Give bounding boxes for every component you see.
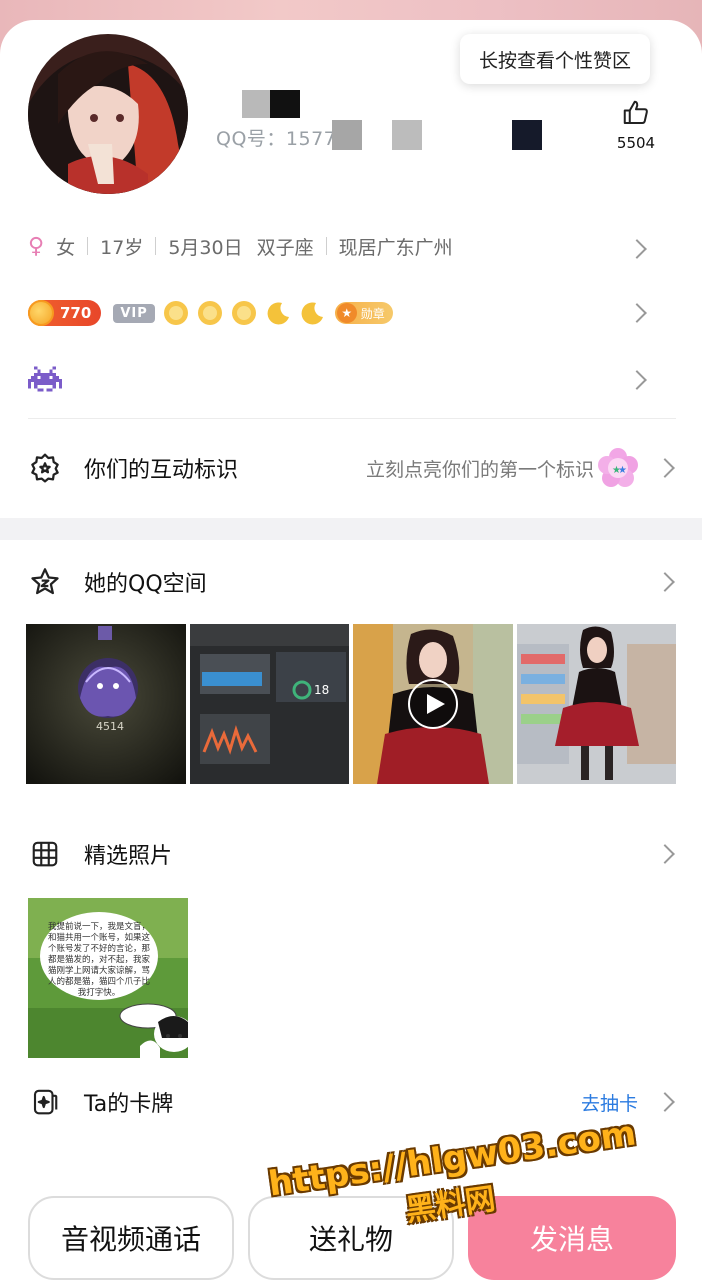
chevron-right-icon: [627, 303, 647, 323]
location-text: 现居广东广州: [338, 236, 453, 259]
cards-row[interactable]: Ta的卡牌 去抽卡: [28, 1082, 678, 1122]
qzone-thumb-game[interactable]: 4514: [26, 624, 186, 784]
qzone-thumb-video[interactable]: [353, 624, 513, 784]
card-sparkle-icon: [28, 1085, 62, 1119]
qzone-row[interactable]: 她的QQ空间: [28, 562, 678, 602]
send-gift-button[interactable]: 送礼物: [248, 1196, 454, 1280]
avatar[interactable]: [28, 34, 188, 194]
sun-icon: [197, 301, 222, 325]
chevron-right-icon: [655, 844, 675, 864]
grid-icon: [28, 837, 62, 871]
gender-text: 女: [56, 236, 76, 259]
qzone-thumbnails: 4514 18: [26, 624, 676, 784]
selected-photo-cat[interactable]: 我提前说一下，我是文盲，和猫共用一个账号，如果这个账号发了不好的言论，那都是猫发…: [28, 898, 188, 1058]
speech-bubble-text: 我提前说一下，我是文盲，和猫共用一个账号，如果这个账号发了不好的言论，那都是猫发…: [40, 912, 158, 1000]
sun-icon: [163, 301, 188, 325]
pet-row[interactable]: [28, 362, 678, 398]
coin-icon: [28, 300, 54, 326]
chevron-right-icon: [627, 370, 647, 390]
like-button[interactable]: 5504: [612, 98, 660, 152]
coin-value: 770: [60, 304, 92, 322]
badge-gear-icon: [28, 451, 62, 485]
av-call-button[interactable]: 音视频通话: [28, 1196, 234, 1280]
chevron-right-icon: [655, 1092, 675, 1112]
age-text: 17岁: [100, 236, 144, 259]
thumbs-up-icon: [621, 100, 651, 132]
separator: [155, 237, 157, 255]
svg-text:★: ★: [618, 465, 627, 476]
chevron-right-icon: [655, 572, 675, 592]
draw-card-link[interactable]: 去抽卡: [581, 1089, 638, 1116]
medal-label: 勋章: [360, 306, 385, 321]
female-icon: ♀: [28, 233, 45, 259]
interaction-marks-title: 你们的互动标识: [84, 458, 239, 483]
basic-info-row[interactable]: ♀ 女 17岁 5月30日 双子座 现居广东广州: [28, 228, 678, 264]
qzone-thumb-store[interactable]: [516, 624, 676, 784]
level-coin-badge: 770: [28, 300, 102, 326]
badges-row[interactable]: 770 VIP ★ 勋章: [28, 296, 678, 330]
medal-badge: ★ 勋章: [334, 302, 393, 324]
sun-icon: [231, 301, 256, 325]
chevron-right-icon: [655, 458, 675, 478]
qzone-thumb-monitor[interactable]: 18: [189, 624, 349, 784]
space-invader-icon: [28, 366, 62, 392]
moon-icon: [267, 302, 289, 325]
like-count: 5504: [616, 134, 656, 152]
flower-icon: ★ ★: [596, 446, 640, 494]
thumb-score: 4514: [96, 720, 124, 733]
selected-photos-title: 精选照片: [84, 844, 173, 869]
separator: [325, 237, 327, 255]
separator: [87, 237, 89, 255]
zodiac-text: 双子座: [256, 236, 314, 259]
send-message-button[interactable]: 发消息: [468, 1196, 676, 1280]
star-icon: ★: [336, 303, 357, 323]
cards-title: Ta的卡牌: [84, 1092, 174, 1117]
interaction-marks-row[interactable]: 你们的互动标识 立刻点亮你们的第一个标识 ★ ★: [28, 448, 678, 488]
qzone-star-icon: [28, 565, 62, 599]
chevron-right-icon: [627, 239, 647, 259]
qq-number: QQ号：1577: [216, 128, 337, 150]
svg-text:18: 18: [314, 683, 329, 697]
divider: [28, 418, 676, 419]
like-tooltip: 长按查看个性赞区: [460, 34, 650, 84]
interaction-marks-hint: 立刻点亮你们的第一个标识: [365, 458, 594, 481]
selected-photos-row[interactable]: 精选照片: [28, 834, 678, 874]
moon-icon: [301, 302, 323, 325]
qzone-title: 她的QQ空间: [84, 572, 207, 597]
section-separator: [0, 518, 702, 540]
vip-badge: VIP: [113, 303, 155, 323]
birthday-text: 5月30日: [168, 236, 243, 259]
action-bar: 音视频通话 送礼物 发消息: [0, 1196, 702, 1280]
